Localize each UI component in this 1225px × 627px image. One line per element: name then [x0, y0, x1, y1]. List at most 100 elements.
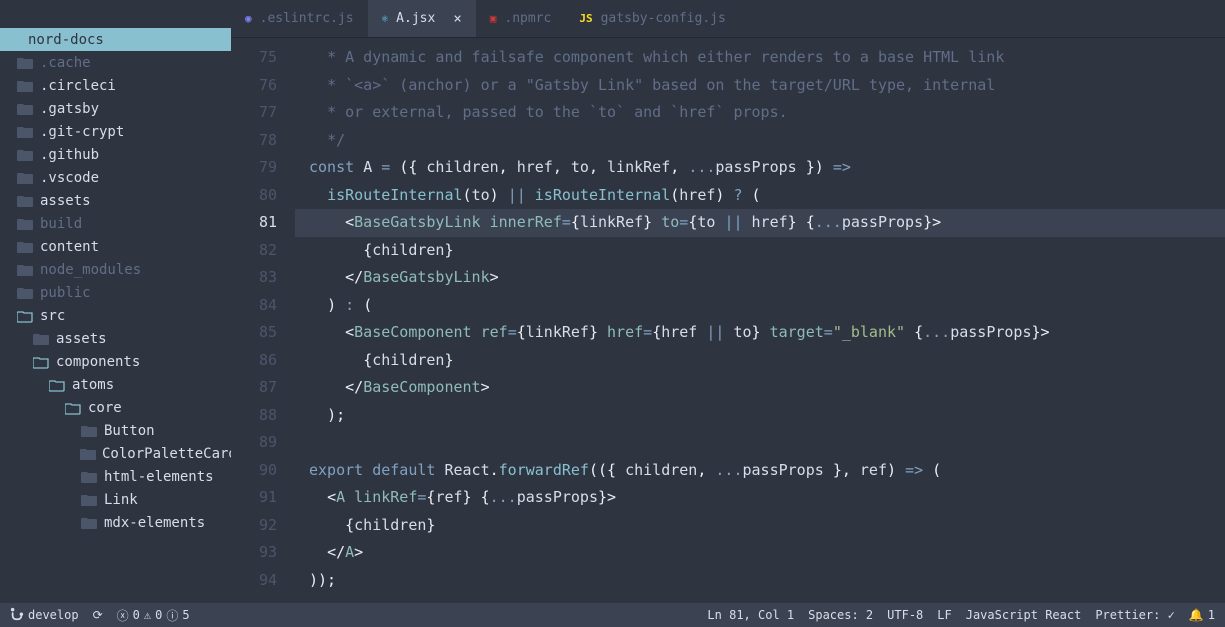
- sidebar-item-core[interactable]: core: [0, 396, 231, 419]
- warning-icon: ⚠: [144, 608, 151, 622]
- tab--npmrc[interactable]: ▣.npmrc: [476, 0, 566, 37]
- sidebar-item-colorpalettecard[interactable]: ColorPaletteCard: [0, 442, 231, 465]
- sidebar-item--cache[interactable]: .cache: [0, 51, 231, 74]
- prettier-status[interactable]: Prettier: ✓: [1095, 608, 1174, 622]
- sidebar-item-build[interactable]: build: [0, 212, 231, 235]
- sidebar-item-label: ColorPaletteCard: [102, 446, 231, 462]
- code-line[interactable]: * A dynamic and failsafe component which…: [295, 44, 1225, 72]
- sidebar-item--github[interactable]: .github: [0, 143, 231, 166]
- tab-a-jsx[interactable]: ⚛ A.jsx ×: [368, 0, 476, 37]
- line-number: 90: [231, 457, 277, 485]
- folder-icon: [32, 332, 50, 346]
- folder-icon: [16, 217, 34, 231]
- code-line[interactable]: {children}: [295, 512, 1225, 540]
- indentation[interactable]: Spaces: 2: [808, 608, 873, 622]
- code-line[interactable]: {children}: [295, 237, 1225, 265]
- sidebar-item--gatsby[interactable]: .gatsby: [0, 97, 231, 120]
- sidebar-item-components[interactable]: components: [0, 350, 231, 373]
- folder-icon: [16, 286, 34, 300]
- code-line[interactable]: export default React.forwardRef(({ child…: [295, 457, 1225, 485]
- sidebar-item-public[interactable]: public: [0, 281, 231, 304]
- sidebar-item-label: .git-crypt: [40, 124, 124, 140]
- tab-label: gatsby-config.js: [601, 11, 726, 26]
- code-line[interactable]: <A linkRef={ref} {...passProps}>: [295, 484, 1225, 512]
- code-line[interactable]: isRouteInternal(to) || isRouteInternal(h…: [295, 182, 1225, 210]
- branch-icon: [10, 607, 24, 624]
- line-number: 84: [231, 292, 277, 320]
- bell-icon: 🔔: [1189, 608, 1204, 622]
- sidebar-item-content[interactable]: content: [0, 235, 231, 258]
- line-number: 89: [231, 429, 277, 457]
- code-line[interactable]: ) : (: [295, 292, 1225, 320]
- folder-icon: [80, 470, 98, 484]
- info-count: 5: [182, 608, 189, 622]
- sidebar-item-label: components: [56, 354, 140, 370]
- sidebar-item-node-modules[interactable]: node_modules: [0, 258, 231, 281]
- sidebar-root[interactable]: nord-docs: [0, 28, 231, 51]
- sidebar-item-html-elements[interactable]: html-elements: [0, 465, 231, 488]
- git-branch[interactable]: develop: [10, 607, 79, 624]
- sidebar-item-label: content: [40, 239, 99, 255]
- warning-count: 0: [155, 608, 162, 622]
- notifications[interactable]: 🔔 1: [1189, 608, 1215, 622]
- sidebar-item-label: Link: [104, 492, 138, 508]
- tab-gatsby-config-js[interactable]: JS gatsby-config.js: [565, 0, 739, 37]
- sidebar-item-label: Button: [104, 423, 155, 439]
- code-content[interactable]: * A dynamic and failsafe component which…: [295, 44, 1225, 603]
- sidebar-item-atoms[interactable]: atoms: [0, 373, 231, 396]
- sidebar-item--vscode[interactable]: .vscode: [0, 166, 231, 189]
- folder-open-icon: [32, 355, 50, 369]
- problems-indicator[interactable]: ⓧ 0 ⚠ 0 ⓘ 5: [117, 607, 190, 624]
- code-line[interactable]: </BaseComponent>: [295, 374, 1225, 402]
- branch-name: develop: [28, 608, 79, 622]
- code-line[interactable]: <BaseComponent ref={linkRef} href={href …: [295, 319, 1225, 347]
- code-editor[interactable]: 7576777879808182838485868788899091929394…: [231, 38, 1225, 603]
- code-line[interactable]: * `<a>` (anchor) or a "Gatsby Link" base…: [295, 72, 1225, 100]
- code-line[interactable]: {children}: [295, 347, 1225, 375]
- encoding[interactable]: UTF-8: [887, 608, 923, 622]
- code-line[interactable]: <BaseGatsbyLink innerRef={linkRef} to={t…: [295, 209, 1225, 237]
- code-line[interactable]: const A = ({ children, href, to, linkRef…: [295, 154, 1225, 182]
- tab-label: A.jsx: [396, 11, 435, 26]
- sidebar-item-mdx-elements[interactable]: mdx-elements: [0, 511, 231, 534]
- tab-label: .npmrc: [504, 11, 551, 26]
- sidebar-item-assets[interactable]: assets: [0, 189, 231, 212]
- sidebar-item--circleci[interactable]: .circleci: [0, 74, 231, 97]
- tab--eslintrc-js[interactable]: ◉.eslintrc.js: [231, 0, 368, 37]
- folder-icon: [80, 447, 96, 461]
- cursor-position[interactable]: Ln 81, Col 1: [707, 608, 794, 622]
- js-icon: JS: [579, 12, 592, 25]
- sidebar-item-label: atoms: [72, 377, 114, 393]
- code-line[interactable]: </A>: [295, 539, 1225, 567]
- sidebar-item-label: .cache: [40, 55, 91, 71]
- react-icon: ⚛: [382, 12, 389, 25]
- language-mode[interactable]: JavaScript React: [966, 608, 1082, 622]
- code-line[interactable]: [295, 429, 1225, 457]
- file-tree[interactable]: nord-docs .cache .circleci .gatsby .git-cry…: [0, 0, 231, 603]
- line-gutter: 7576777879808182838485868788899091929394: [231, 44, 295, 603]
- sidebar-item-link[interactable]: Link: [0, 488, 231, 511]
- sidebar-item-button[interactable]: Button: [0, 419, 231, 442]
- sidebar-item-label: mdx-elements: [104, 515, 205, 531]
- status-bar: develop ⟳ ⓧ 0 ⚠ 0 ⓘ 5 Ln 81, Col 1 Space…: [0, 603, 1225, 627]
- folder-icon: [16, 240, 34, 254]
- eol[interactable]: LF: [937, 608, 951, 622]
- vscode-icon: [16, 171, 34, 185]
- line-number: 93: [231, 539, 277, 567]
- sidebar-item-assets[interactable]: assets: [0, 327, 231, 350]
- sidebar-item--git-crypt[interactable]: .git-crypt: [0, 120, 231, 143]
- sidebar-item-label: public: [40, 285, 91, 301]
- close-icon[interactable]: ×: [453, 11, 461, 27]
- sync-icon: ⟳: [93, 608, 103, 622]
- code-line[interactable]: */: [295, 127, 1225, 155]
- sidebar-item-src[interactable]: src: [0, 304, 231, 327]
- sidebar-item-label: .circleci: [40, 78, 116, 94]
- code-line[interactable]: );: [295, 402, 1225, 430]
- code-line[interactable]: * or external, passed to the `to` and `h…: [295, 99, 1225, 127]
- code-line[interactable]: </BaseGatsbyLink>: [295, 264, 1225, 292]
- sync-button[interactable]: ⟳: [93, 608, 103, 622]
- line-number: 82: [231, 237, 277, 265]
- line-number: 76: [231, 72, 277, 100]
- code-line[interactable]: ));: [295, 567, 1225, 595]
- folder-icon: [16, 263, 34, 277]
